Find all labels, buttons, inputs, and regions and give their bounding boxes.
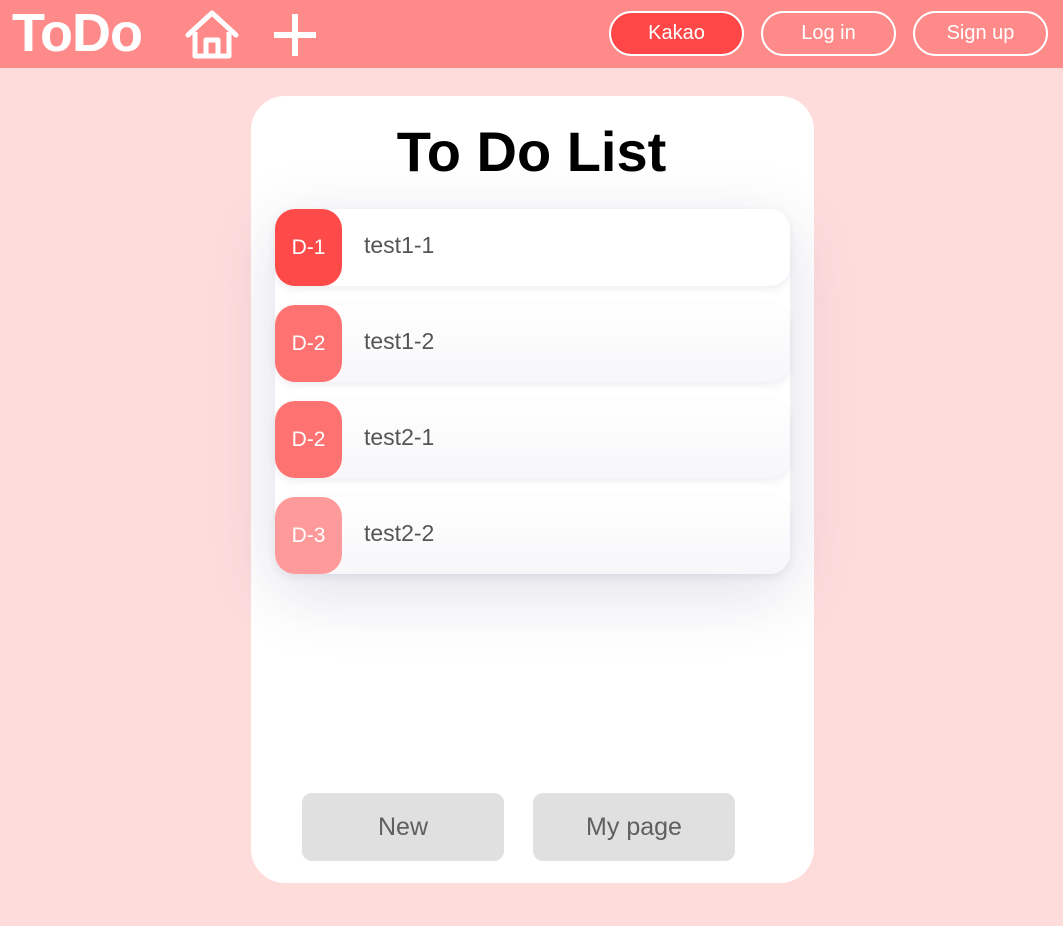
dday-badge: D-2 [275, 401, 342, 478]
top-nav-bar: ToDo Kakao Log in Sign up [0, 0, 1063, 68]
todo-item-text: test2-1 [364, 423, 435, 450]
todo-item-text: test1-2 [364, 327, 435, 354]
new-button[interactable]: New [302, 793, 504, 861]
todo-item[interactable]: D-2 test2-1 [275, 401, 790, 478]
todo-item[interactable]: D-2 test1-2 [275, 305, 790, 382]
dday-badge: D-1 [275, 209, 342, 286]
home-icon[interactable] [184, 8, 240, 60]
kakao-login-button[interactable]: Kakao [609, 11, 744, 56]
todo-item-text: test2-2 [364, 519, 435, 546]
todo-list: D-1 test1-1 D-2 test1-2 D-2 test2-1 D-3 … [275, 209, 790, 574]
my-page-button[interactable]: My page [533, 793, 735, 861]
todo-item[interactable]: D-1 test1-1 [275, 209, 790, 286]
todo-item-text: test1-1 [364, 231, 435, 258]
signup-button[interactable]: Sign up [913, 11, 1048, 56]
todo-item[interactable]: D-3 test2-2 [275, 497, 790, 574]
login-button[interactable]: Log in [761, 11, 896, 56]
dday-badge: D-2 [275, 305, 342, 382]
page-title: To Do List [396, 120, 667, 183]
dday-badge: D-3 [275, 497, 342, 574]
plus-icon[interactable] [272, 12, 318, 58]
app-logo[interactable]: ToDo [12, 3, 143, 63]
